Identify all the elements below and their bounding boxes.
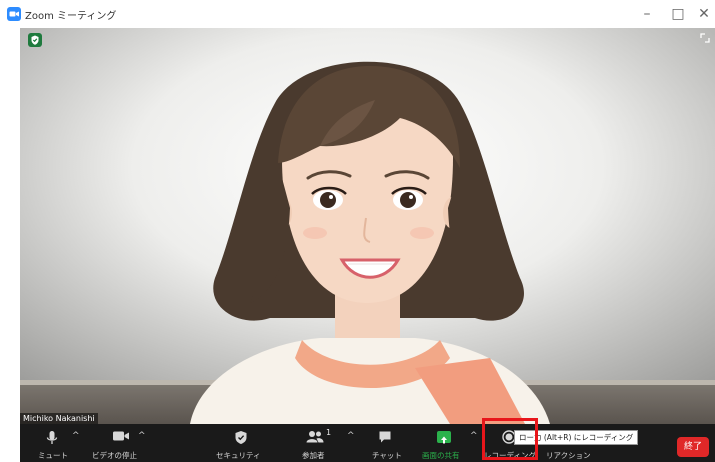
participants-options-caret-icon[interactable]: ^	[347, 431, 355, 441]
chat-bubble-icon	[379, 431, 391, 443]
share-screen-label: 画面の共有	[422, 451, 460, 460]
zoom-logo-icon	[7, 7, 21, 21]
participants-button[interactable]: 1 参加者	[298, 424, 338, 462]
participants-count: 1	[326, 428, 332, 437]
title-bar: Zoom ミーティング – □ ✕	[0, 0, 715, 28]
shield-check-icon[interactable]	[28, 33, 42, 47]
close-button[interactable]: ✕	[690, 3, 715, 25]
video-stage[interactable]: Michiko Nakanishi	[20, 28, 715, 424]
participant-name-label: Michiko Nakanishi	[20, 413, 98, 424]
stop-video-button[interactable]: ビデオの停止	[90, 424, 160, 462]
minimize-button[interactable]: –	[633, 3, 661, 25]
end-meeting-button[interactable]: 終了	[677, 437, 709, 457]
share-options-caret-icon[interactable]: ^	[470, 431, 478, 441]
share-screen-button[interactable]: 画面の共有	[420, 424, 468, 462]
chat-button[interactable]: チャット	[366, 424, 406, 462]
mute-label: ミュート	[38, 451, 68, 460]
stop-video-label: ビデオの停止	[92, 451, 137, 460]
security-button[interactable]: セキュリティ	[216, 424, 268, 462]
video-camera-icon	[113, 431, 129, 441]
mute-options-caret-icon[interactable]: ^	[72, 431, 80, 441]
shield-icon	[235, 431, 247, 444]
chat-label: チャット	[372, 451, 402, 460]
reactions-label: リアクション	[546, 451, 591, 460]
security-label: セキュリティ	[216, 451, 261, 460]
share-screen-icon	[437, 431, 451, 444]
participants-icon	[306, 431, 324, 443]
participant-video	[20, 28, 715, 424]
record-highlight-annotation	[482, 418, 538, 460]
mute-button[interactable]: ミュート	[34, 424, 84, 462]
expand-icon[interactable]	[699, 32, 711, 44]
window-title: Zoom ミーティング	[25, 11, 117, 22]
microphone-icon	[46, 431, 58, 444]
video-options-caret-icon[interactable]: ^	[138, 431, 146, 441]
participants-label: 参加者	[302, 451, 325, 460]
maximize-button[interactable]: □	[664, 3, 692, 25]
